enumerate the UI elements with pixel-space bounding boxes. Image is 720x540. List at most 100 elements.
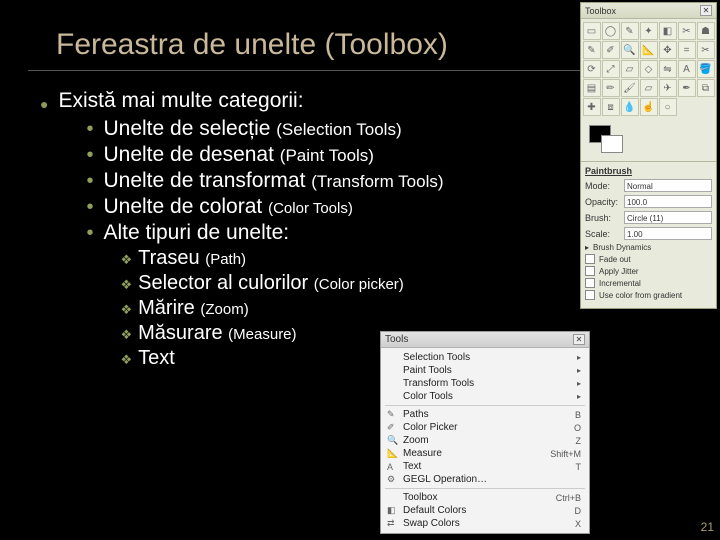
gegl-icon: ⚙ [387, 474, 403, 485]
other-tool-item: ❖Traseu (Path) [120, 247, 443, 270]
opacity-input[interactable]: 100.0 [624, 195, 712, 208]
menu-item-paint-tools[interactable]: Paint Tools▸ [381, 364, 589, 377]
tool-blend-icon[interactable]: ▤ [583, 79, 601, 97]
mode-select[interactable]: Normal [624, 179, 712, 192]
tool-perspective-icon[interactable]: ◇ [640, 60, 658, 78]
tool-ellipse-select-icon[interactable]: ◯ [602, 22, 620, 40]
tool-fuzzy-select-icon[interactable]: ✦ [640, 22, 658, 40]
dot-icon: • [86, 144, 93, 167]
tool-paths-icon[interactable]: ✎ [583, 41, 601, 59]
diamond-icon: ❖ [120, 277, 132, 293]
tool-grid: ▭ ◯ ✎ ✦ ◧ ✂ ☗ ✎ ✐ 🔍 📐 ✥ = ✂ ⟳ ⤢ ▱ ◇ ⇋ A … [581, 19, 716, 119]
toolbox-panel: Toolbox ✕ ▭ ◯ ✎ ✦ ◧ ✂ ☗ ✎ ✐ 🔍 📐 ✥ = ✂ ⟳ … [580, 2, 717, 309]
toolbox-title-label: Toolbox [585, 6, 616, 16]
dot-icon: • [86, 196, 93, 219]
fadeout-label: Fade out [599, 255, 631, 264]
gradient-checkbox[interactable] [585, 290, 595, 300]
tool-scale-icon[interactable]: ⤢ [602, 60, 620, 78]
menu-item-toolbox[interactable]: ToolboxCtrl+B [381, 491, 589, 504]
menu-item-zoom[interactable]: 🔍ZoomZ [381, 434, 589, 447]
menu-item-paths[interactable]: ✎PathsB [381, 408, 589, 421]
tool-shear-icon[interactable]: ▱ [621, 60, 639, 78]
tool-scissors-icon[interactable]: ✂ [678, 22, 696, 40]
menu-item-text[interactable]: ATextT [381, 460, 589, 473]
tool-blur-icon[interactable]: 💧 [621, 98, 639, 116]
mode-label: Mode: [585, 181, 621, 191]
tool-airbrush-icon[interactable]: ✈ [659, 79, 677, 97]
expand-icon[interactable]: ▸ [585, 243, 589, 252]
separator [385, 405, 585, 406]
diamond-icon: ❖ [120, 352, 132, 368]
incremental-label: Incremental [599, 279, 641, 288]
close-icon[interactable]: ✕ [573, 334, 585, 345]
color-picker-icon: ✐ [387, 422, 403, 433]
tool-heal-icon[interactable]: ✚ [583, 98, 601, 116]
tool-perspective-clone-icon[interactable]: ⧈ [602, 98, 620, 116]
jitter-checkbox[interactable] [585, 266, 595, 276]
other-tool-item: ❖Selector al culorilor (Color picker) [120, 272, 443, 295]
incremental-checkbox[interactable] [585, 278, 595, 288]
toolbox-titlebar[interactable]: Toolbox ✕ [581, 3, 716, 19]
dot-icon: • [86, 170, 93, 193]
tool-smudge-icon[interactable]: ☝ [640, 98, 658, 116]
menu-item-selection-tools[interactable]: Selection Tools▸ [381, 351, 589, 364]
tools-menu: Tools ✕ Selection Tools▸ Paint Tools▸ Tr… [380, 331, 590, 534]
brush-select[interactable]: Circle (11) [624, 211, 712, 224]
tool-crop-icon[interactable]: ✂ [697, 41, 715, 59]
tool-foreground-icon[interactable]: ☗ [697, 22, 715, 40]
tool-rect-select-icon[interactable]: ▭ [583, 22, 601, 40]
tools-menu-titlebar[interactable]: Tools ✕ [381, 332, 589, 348]
jitter-label: Apply Jitter [599, 267, 639, 276]
scale-input[interactable]: 1.00 [624, 227, 712, 240]
diamond-icon: ❖ [120, 327, 132, 343]
text-icon: A [387, 462, 403, 472]
tool-color-picker-icon[interactable]: ✐ [602, 41, 620, 59]
fadeout-checkbox[interactable] [585, 254, 595, 264]
tool-eraser-icon[interactable]: ▱ [640, 79, 658, 97]
other-tool-item: ❖Mărire (Zoom) [120, 297, 443, 320]
tool-bucket-icon[interactable]: 🪣 [697, 60, 715, 78]
menu-item-color-picker[interactable]: ✐Color PickerO [381, 421, 589, 434]
dot-icon: • [86, 222, 93, 245]
menu-item-transform-tools[interactable]: Transform Tools▸ [381, 377, 589, 390]
tool-zoom-icon[interactable]: 🔍 [621, 41, 639, 59]
tools-menu-title: Tools [385, 334, 408, 345]
paths-icon: ✎ [387, 409, 403, 420]
tool-paintbrush-icon[interactable]: 🖌 [621, 79, 639, 97]
menu-item-default-colors[interactable]: ◧Default ColorsD [381, 504, 589, 517]
tool-clone-icon[interactable]: ⧉ [697, 79, 715, 97]
close-icon[interactable]: ✕ [700, 5, 712, 16]
color-swatches[interactable] [581, 119, 716, 161]
category-item: • Unelte de transformat (Transform Tools… [86, 169, 443, 193]
scale-label: Scale: [585, 229, 621, 239]
tool-measure-icon[interactable]: 📐 [640, 41, 658, 59]
brush-dynamics-label: Brush Dynamics [593, 243, 651, 252]
menu-item-color-tools[interactable]: Color Tools▸ [381, 390, 589, 403]
tool-text-icon[interactable]: A [678, 60, 696, 78]
separator [385, 488, 585, 489]
menu-item-gegl[interactable]: ⚙GEGL Operation… [381, 473, 589, 486]
tool-by-color-icon[interactable]: ◧ [659, 22, 677, 40]
tool-move-icon[interactable]: ✥ [659, 41, 677, 59]
tool-flip-icon[interactable]: ⇋ [659, 60, 677, 78]
chevron-right-icon: ▸ [577, 366, 581, 375]
menu-item-swap-colors[interactable]: ⇄Swap ColorsX [381, 517, 589, 530]
chevron-right-icon: ▸ [577, 379, 581, 388]
tool-dodge-icon[interactable]: ○ [659, 98, 677, 116]
tool-ink-icon[interactable]: ✒ [678, 79, 696, 97]
chevron-right-icon: ▸ [577, 353, 581, 362]
tool-pencil-icon[interactable]: ✏ [602, 79, 620, 97]
diamond-icon: ❖ [120, 302, 132, 318]
category-item: • Unelte de colorat (Color Tools) [86, 195, 443, 219]
tool-align-icon[interactable]: = [678, 41, 696, 59]
tool-free-select-icon[interactable]: ✎ [621, 22, 639, 40]
brush-label: Brush: [585, 213, 621, 223]
menu-item-measure[interactable]: 📐MeasureShift+M [381, 447, 589, 460]
opacity-label: Opacity: [585, 197, 621, 207]
options-title: Paintbrush [585, 166, 712, 176]
intro-text: Există mai multe categorii: [58, 89, 443, 113]
background-swatch[interactable] [601, 135, 623, 153]
tool-rotate-icon[interactable]: ⟳ [583, 60, 601, 78]
category-item: • Unelte de selecție (Selection Tools) [86, 117, 443, 141]
category-item: • Alte tipuri de unelte: [86, 221, 443, 245]
